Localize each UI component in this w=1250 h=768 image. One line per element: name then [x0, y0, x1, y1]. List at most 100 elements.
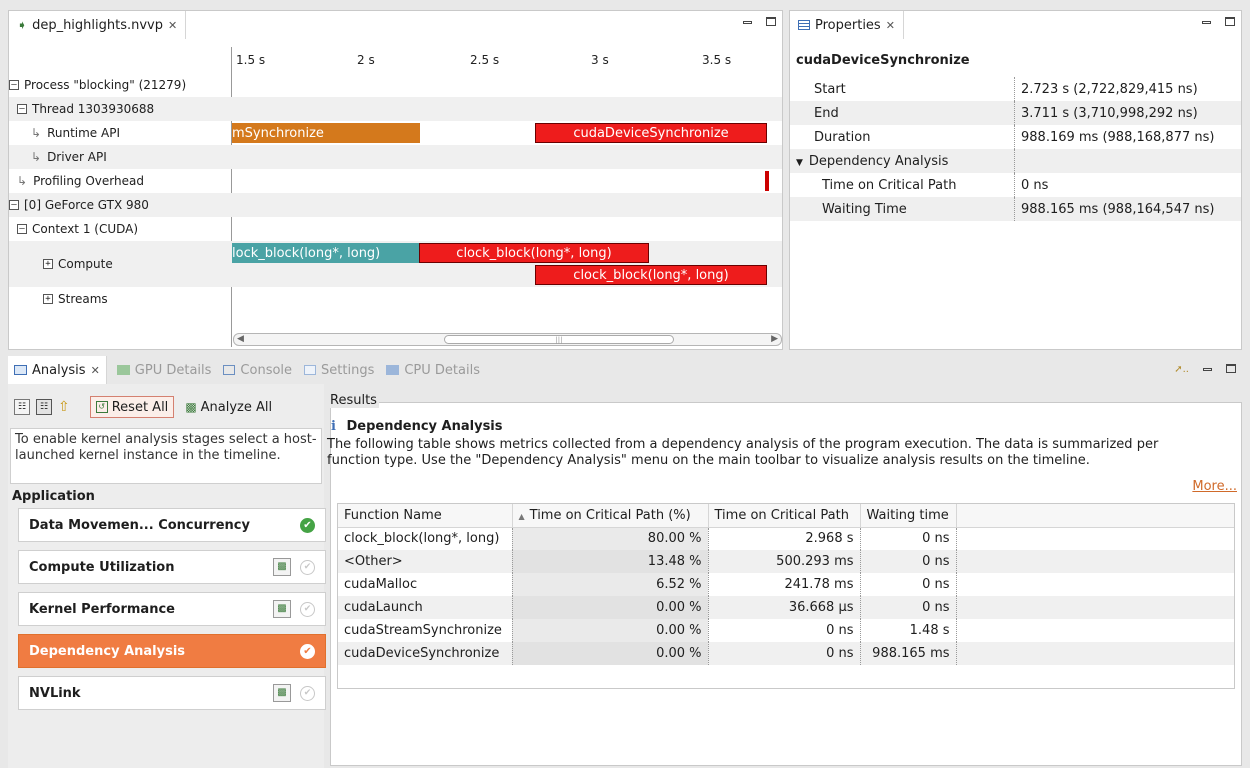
- stage-data-movement[interactable]: Data Movemen... Concurrency ✔: [18, 508, 326, 542]
- close-icon[interactable]: ✕: [91, 364, 100, 377]
- bar-runtime-synchronize-left[interactable]: mSynchronize: [232, 123, 420, 143]
- tab-properties[interactable]: Properties ✕: [790, 11, 904, 39]
- more-link[interactable]: More...: [1192, 479, 1237, 494]
- properties-tab-header: Properties ✕: [790, 11, 1241, 39]
- stage-dependency-analysis[interactable]: Dependency Analysis ✔: [18, 634, 326, 668]
- bar-compute-clock-block-right[interactable]: clock_block(long*, long): [535, 265, 767, 285]
- table-row[interactable]: cudaLaunch 0.00 % 36.668 µs 0 ns: [338, 596, 1234, 619]
- col-critical-percent[interactable]: ▲ Time on Critical Path (%): [512, 504, 709, 528]
- nvvp-file-icon: ➧: [17, 18, 28, 32]
- minimize-icon[interactable]: [1203, 368, 1212, 371]
- collapse-icon[interactable]: –: [9, 200, 19, 210]
- ruler-tick-2-5s: 2.5 s: [470, 53, 500, 67]
- analyze-stage-button[interactable]: ▩: [273, 558, 291, 576]
- prop-row-dependency-analysis[interactable]: ▼ Dependency Analysis: [790, 149, 1241, 173]
- stage-nvlink[interactable]: NVLink ▩ ✔: [18, 676, 326, 710]
- section-heading: Application: [12, 489, 95, 504]
- row-profiling-overhead[interactable]: ↳ Profiling Overhead: [9, 169, 239, 193]
- row-process[interactable]: – Process "blocking" (21279): [9, 73, 239, 97]
- tab-timeline[interactable]: ➧ dep_highlights.nvvp ✕: [9, 11, 187, 39]
- row-driver-api[interactable]: ↳ Driver API: [9, 145, 239, 169]
- table-row[interactable]: cudaStreamSynchronize 0.00 % 0 ns 1.48 s: [338, 619, 1234, 642]
- row-compute[interactable]: + Compute: [9, 241, 239, 287]
- minimize-icon[interactable]: [743, 21, 752, 24]
- console-icon: [223, 365, 236, 375]
- quick-access-icon[interactable]: ➚..: [1174, 364, 1189, 375]
- collapse-icon[interactable]: –: [17, 224, 27, 234]
- expand-icon[interactable]: +: [43, 259, 53, 269]
- row-label-text: Compute: [58, 257, 113, 271]
- expand-triangle-icon[interactable]: ▼: [796, 158, 803, 168]
- stage-kernel-performance[interactable]: Kernel Performance ▩ ✔: [18, 592, 326, 626]
- table-row[interactable]: cudaDeviceSynchronize 0.00 % 0 ns 988.16…: [338, 642, 1234, 665]
- col-filler: [956, 504, 1234, 528]
- collapse-icon[interactable]: –: [9, 80, 19, 90]
- tab-gpu-details[interactable]: GPU Details: [115, 356, 214, 384]
- close-icon[interactable]: ✕: [168, 19, 177, 32]
- tree-branch-icon: ↳: [31, 126, 42, 140]
- analyze-chart-icon: ▩: [185, 400, 197, 414]
- guided-view-icon[interactable]: ☷: [36, 399, 52, 415]
- prop-row-start[interactable]: Start 2.723 s (2,722,829,415 ns): [790, 77, 1241, 101]
- tab-console[interactable]: Console: [221, 356, 294, 384]
- minimize-icon[interactable]: [1202, 21, 1211, 24]
- timeline-panel: ➧ dep_highlights.nvvp ✕ 1.5 s 2 s 2.5 s …: [8, 10, 783, 350]
- ruler-tick-1-5s: 1.5 s: [236, 53, 266, 67]
- analyze-stage-button[interactable]: ▩: [273, 684, 291, 702]
- table-row[interactable]: cudaMalloc 6.52 % 241.78 ms 0 ns: [338, 573, 1234, 596]
- tab-settings[interactable]: Settings: [302, 356, 376, 384]
- timeline-window-buttons: [743, 17, 776, 26]
- row-label-text: Context 1 (CUDA): [32, 222, 139, 236]
- tab-cpu-details[interactable]: CPU Details: [384, 356, 482, 384]
- timeline-hscrollbar[interactable]: ◀ ||| ▶: [233, 333, 782, 346]
- table-row[interactable]: clock_block(long*, long) 80.00 % 2.968 s…: [338, 527, 1234, 550]
- scroll-thumb[interactable]: |||: [444, 335, 674, 344]
- prop-row-end[interactable]: End 3.711 s (3,710,998,292 ns): [790, 101, 1241, 125]
- row-context[interactable]: – Context 1 (CUDA): [9, 217, 239, 241]
- row-thread[interactable]: – Thread 1303930688: [9, 97, 239, 121]
- row-runtime-api[interactable]: ↳ Runtime API: [9, 121, 239, 145]
- maximize-icon[interactable]: [1225, 17, 1235, 26]
- maximize-icon[interactable]: [766, 17, 776, 26]
- up-arrow-icon[interactable]: ⇧: [58, 399, 70, 415]
- profiling-overhead-mark[interactable]: [765, 171, 769, 191]
- gpu-details-icon: [116, 365, 130, 375]
- row-label-text: Runtime API: [47, 126, 120, 140]
- col-function-name[interactable]: Function Name: [338, 504, 513, 528]
- sort-asc-icon: ▲: [518, 511, 525, 521]
- row-label-text: Streams: [58, 292, 108, 306]
- unguided-view-icon[interactable]: ☷: [14, 399, 30, 415]
- row-label-text: Process "blocking" (21279): [24, 78, 187, 92]
- close-icon[interactable]: ✕: [886, 19, 895, 32]
- stage-compute-utilization[interactable]: Compute Utilization ▩ ✔: [18, 550, 326, 584]
- collapse-icon[interactable]: –: [17, 104, 27, 114]
- prop-row-time-critical-path[interactable]: Time on Critical Path 0 ns: [790, 173, 1241, 197]
- ruler-tick-3s: 3 s: [591, 53, 609, 67]
- tab-analysis[interactable]: Analysis ✕: [8, 356, 107, 384]
- bar-compute-clock-block-left[interactable]: lock_block(long*, long): [232, 243, 419, 263]
- reset-all-button[interactable]: ↺ Reset All: [89, 396, 175, 418]
- bar-cuda-device-synchronize[interactable]: cudaDeviceSynchronize: [535, 123, 767, 143]
- properties-icon: [798, 20, 810, 30]
- bar-compute-clock-block-mid[interactable]: clock_block(long*, long): [419, 243, 649, 263]
- prop-row-duration[interactable]: Duration 988.169 ms (988,168,877 ns): [790, 125, 1241, 149]
- results-group-label: Results: [328, 393, 379, 408]
- col-critical-time[interactable]: Time on Critical Path: [708, 504, 861, 528]
- table-row[interactable]: <Other> 13.48 % 500.293 ms 0 ns: [338, 550, 1234, 573]
- maximize-icon[interactable]: [1226, 364, 1236, 373]
- analysis-panel: ☷ ☷ ⇧ ↺ Reset All ▩ Analyze All To enabl…: [8, 384, 326, 768]
- scroll-right-arrow[interactable]: ▶: [771, 334, 778, 344]
- row-gpu[interactable]: – [0] GeForce GTX 980: [9, 193, 239, 217]
- expand-icon[interactable]: +: [43, 294, 53, 304]
- col-waiting-time[interactable]: Waiting time: [860, 504, 957, 528]
- analyze-all-button[interactable]: ▩ Analyze All: [180, 396, 277, 418]
- row-label-text: [0] GeForce GTX 980: [24, 198, 149, 212]
- pending-check-icon: ✔: [300, 685, 315, 701]
- pending-check-icon: ✔: [300, 559, 315, 575]
- timeline-tab-title: dep_highlights.nvvp: [32, 17, 164, 33]
- analyze-stage-button[interactable]: ▩: [273, 600, 291, 618]
- row-streams[interactable]: + Streams: [9, 287, 239, 311]
- prop-row-waiting-time[interactable]: Waiting Time 988.165 ms (988,164,547 ns): [790, 197, 1241, 221]
- scroll-left-arrow[interactable]: ◀: [237, 334, 244, 344]
- bottom-tab-strip: Analysis ✕ GPU Details Console Settings …: [8, 356, 1242, 384]
